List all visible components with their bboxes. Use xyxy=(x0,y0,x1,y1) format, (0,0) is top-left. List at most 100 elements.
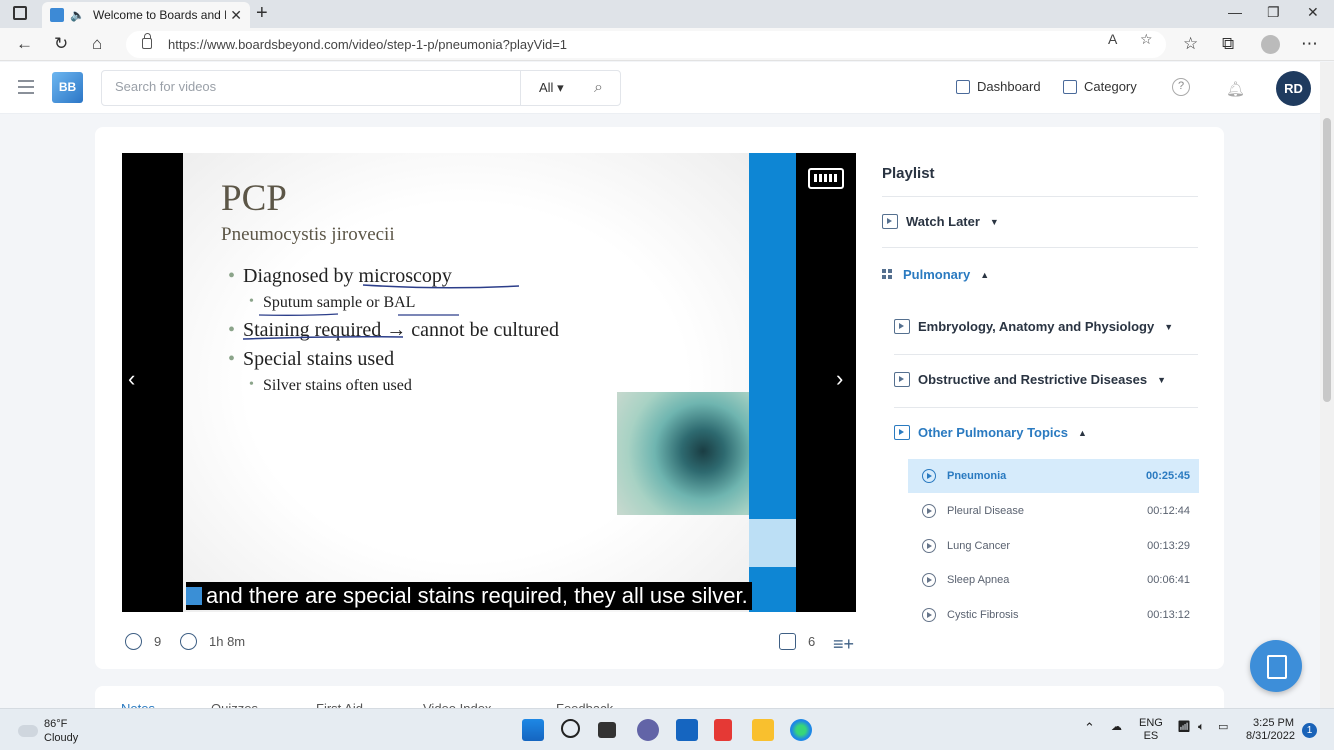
wifi-icon[interactable]: 📶︎ xyxy=(1177,721,1191,734)
playlist-video-item[interactable]: Lung Cancer 00:13:29 xyxy=(908,529,1199,563)
search-filter-value: All xyxy=(539,80,554,95)
office-icon[interactable] xyxy=(714,719,732,741)
onedrive-icon[interactable]: ☁ xyxy=(1111,721,1122,734)
browser-tab[interactable]: 🔈 Welcome to Boards and Be ✕ xyxy=(42,2,250,28)
duration-value: 1h 8m xyxy=(209,634,246,649)
caret-down-icon: ▼ xyxy=(1164,321,1174,332)
task-view-icon[interactable] xyxy=(598,722,616,738)
pulmonary-section[interactable]: Pulmonary ▲ xyxy=(882,267,989,282)
playlist-video-item[interactable]: Pneumonia 00:25:45 xyxy=(908,459,1199,493)
browser-tab-bar: 🔈 Welcome to Boards and Be ✕ + — ❐ ✕ xyxy=(0,0,1334,28)
search-filter-select[interactable]: All ▾ xyxy=(520,71,582,105)
slide-title: PCP xyxy=(221,178,287,219)
page-scrollbar[interactable] xyxy=(1320,62,1334,708)
menu-icon[interactable] xyxy=(18,80,34,98)
notification-badge[interactable]: 1 xyxy=(1302,723,1317,738)
site-favicon-icon xyxy=(50,8,64,22)
file-explorer-icon[interactable] xyxy=(752,719,774,741)
weather-widget[interactable]: 86°F Cloudy xyxy=(18,717,78,745)
video-side-bar xyxy=(749,153,796,612)
pulmonary-label: Pulmonary xyxy=(903,267,971,282)
video-player[interactable]: PCP Pneumocystis jirovecii Diagnosed by … xyxy=(122,153,856,612)
caret-up-icon: ▲ xyxy=(1078,427,1087,438)
search-taskbar-icon[interactable] xyxy=(561,719,580,738)
video-duration: 00:13:29 xyxy=(1147,540,1190,552)
chat-icon[interactable] xyxy=(637,719,659,741)
start-icon[interactable] xyxy=(522,719,544,741)
playlist-video-item[interactable]: Pleural Disease 00:12:44 xyxy=(908,494,1199,528)
close-window-button[interactable]: ✕ xyxy=(1307,4,1319,21)
tab-actions-icon[interactable] xyxy=(13,6,27,20)
category-link[interactable]: Category xyxy=(1063,79,1137,94)
play-circle-icon xyxy=(922,573,936,587)
speaker-icon[interactable]: 🔈 xyxy=(70,8,85,22)
refresh-icon[interactable]: ↻ xyxy=(54,34,68,54)
views-stat: 9 xyxy=(125,633,161,650)
video-duration: 00:12:44 xyxy=(1147,505,1190,517)
bell-icon[interactable]: 🔔︎ xyxy=(1226,80,1245,98)
dashboard-link[interactable]: Dashboard xyxy=(956,79,1041,94)
scrollbar-thumb[interactable] xyxy=(1323,118,1331,402)
minimize-button[interactable]: — xyxy=(1228,4,1242,20)
read-aloud-icon[interactable]: A xyxy=(1108,31,1117,47)
watch-later-section[interactable]: Watch Later ▼ xyxy=(882,214,999,229)
slide-subbullet: Silver stains often used xyxy=(249,377,412,395)
search-input[interactable] xyxy=(115,79,495,94)
close-tab-icon[interactable]: ✕ xyxy=(230,7,242,24)
play-circle-icon xyxy=(922,504,936,518)
caption-text: and there are special stains required, t… xyxy=(206,583,748,608)
playlist-video-item[interactable]: Cystic Fibrosis 00:13:12 xyxy=(908,598,1199,632)
address-bar[interactable]: https://www.boardsbeyond.com/video/step-… xyxy=(126,31,1166,58)
back-icon[interactable]: ← xyxy=(16,34,33,54)
language-indicator[interactable]: ENG ES xyxy=(1139,717,1163,743)
url-text: https://www.boardsbeyond.com/video/step-… xyxy=(168,37,568,52)
questions-stat[interactable]: 6 xyxy=(779,633,815,650)
video-duration: 00:25:45 xyxy=(1145,470,1190,482)
language-code: ENG xyxy=(1139,717,1163,729)
other-topics-section[interactable]: Other Pulmonary Topics ▲ xyxy=(894,425,1087,440)
more-icon[interactable]: ⋯ xyxy=(1301,34,1318,54)
obstructive-label: Obstructive and Restrictive Diseases xyxy=(918,372,1148,387)
edge-icon[interactable] xyxy=(790,719,812,741)
store-icon[interactable] xyxy=(676,719,698,741)
add-favorite-icon[interactable]: ☆ xyxy=(1140,31,1153,48)
help-icon[interactable]: ? xyxy=(1172,78,1190,96)
playlist-title: Playlist xyxy=(882,165,935,182)
keyboard-icon[interactable] xyxy=(808,168,844,189)
playlist-video-item[interactable]: Sleep Apnea 00:06:41 xyxy=(908,563,1199,597)
video-name: Pleural Disease xyxy=(947,505,1025,517)
video-name: Cystic Fibrosis xyxy=(947,609,1019,621)
time-text: 3:25 PM xyxy=(1253,717,1294,729)
slide-bullet: Special stains used xyxy=(228,348,394,371)
watch-later-label: Watch Later xyxy=(906,214,980,229)
play-circle-icon xyxy=(922,469,936,483)
maximize-button[interactable]: ❐ xyxy=(1267,4,1280,21)
profile-icon[interactable] xyxy=(1261,35,1280,54)
caret-up-icon: ▲ xyxy=(980,269,990,280)
volume-icon[interactable]: 🔈︎ xyxy=(1198,721,1205,734)
new-tab-button[interactable]: + xyxy=(256,2,268,25)
play-circle-icon xyxy=(922,539,936,553)
add-to-playlist-icon[interactable]: ≡+ xyxy=(833,634,854,655)
favorites-icon[interactable]: ☆ xyxy=(1183,34,1198,54)
home-icon[interactable]: ⌂ xyxy=(92,34,102,54)
chevron-up-icon[interactable]: ⌃ xyxy=(1084,721,1095,734)
caret-down-icon: ▼ xyxy=(1157,374,1166,385)
embryology-section[interactable]: Embryology, Anatomy and Physiology ▼ xyxy=(894,319,1173,334)
collections-icon[interactable]: ⧉ xyxy=(1222,34,1234,54)
next-slide-icon[interactable]: › xyxy=(836,366,843,392)
battery-icon[interactable]: ▭ xyxy=(1218,721,1228,734)
user-avatar[interactable]: RD xyxy=(1276,71,1311,106)
video-folder-icon xyxy=(894,372,910,387)
search-icon[interactable]: ⌕ xyxy=(594,79,603,97)
eye-icon xyxy=(125,633,142,650)
obstructive-section[interactable]: Obstructive and Restrictive Diseases ▼ xyxy=(894,372,1166,387)
category-label: Category xyxy=(1084,79,1137,94)
video-duration: 00:06:41 xyxy=(1147,574,1190,586)
lock-icon[interactable] xyxy=(142,33,152,49)
boards-beyond-logo[interactable]: BB xyxy=(52,72,83,103)
previous-slide-icon[interactable]: ‹ xyxy=(128,366,135,392)
notes-fab-button[interactable] xyxy=(1250,640,1302,692)
clock[interactable]: 3:25 PM 8/31/2022 xyxy=(1246,717,1295,743)
views-count: 9 xyxy=(154,634,162,649)
